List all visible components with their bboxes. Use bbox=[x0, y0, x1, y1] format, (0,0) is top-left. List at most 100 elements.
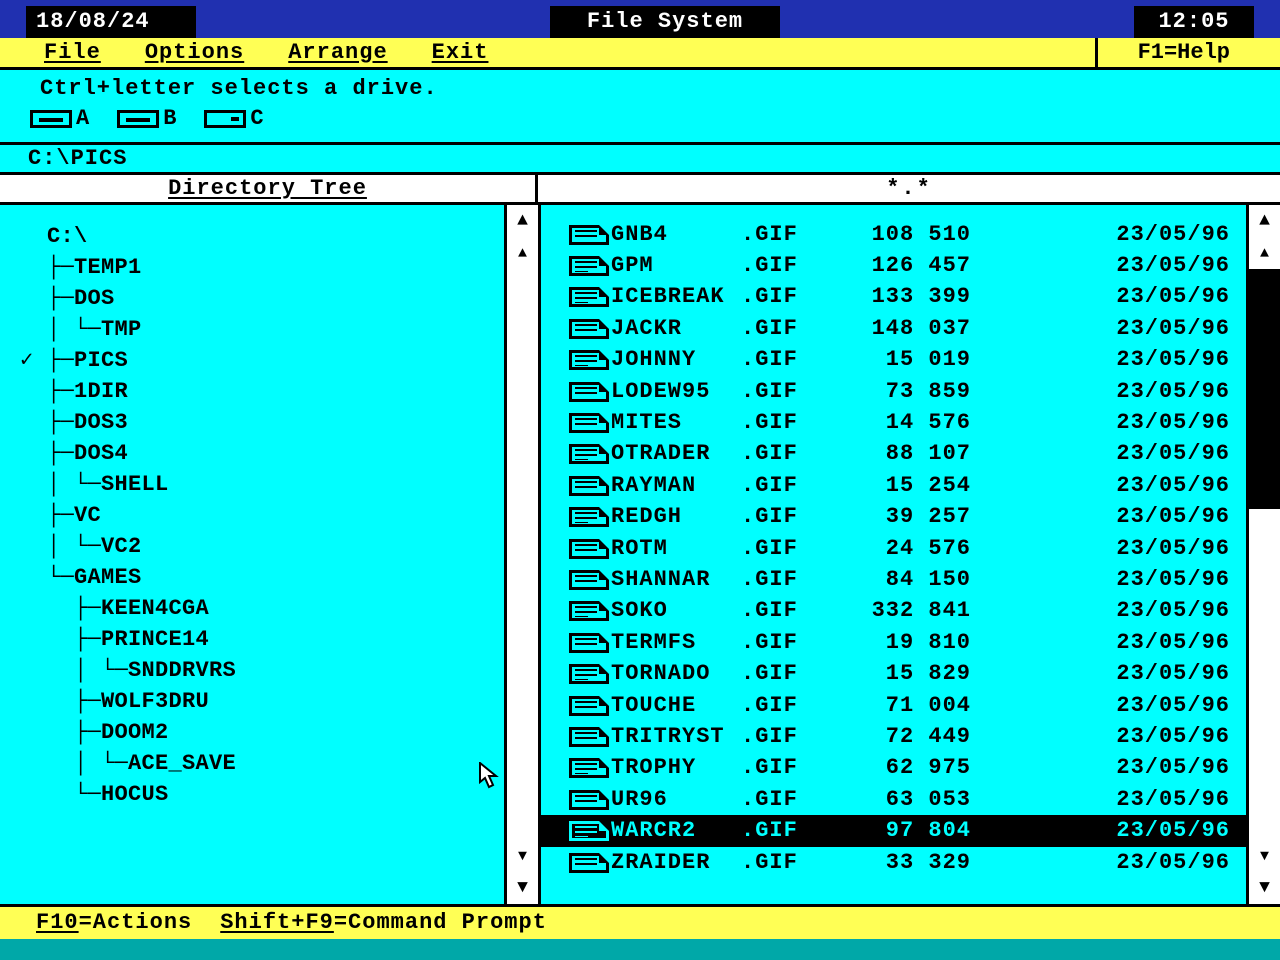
file-name: ICEBREAK bbox=[611, 286, 741, 308]
file-row[interactable]: TORNADO.GIF15 82923/05/96 bbox=[541, 658, 1246, 689]
file-row[interactable]: TROPHY.GIF62 97523/05/96 bbox=[541, 753, 1246, 784]
tree-item[interactable]: │ └─SNDDRVRS bbox=[20, 655, 496, 686]
file-ext: .GIF bbox=[741, 757, 821, 779]
file-row[interactable]: TERMFS.GIF19 81023/05/96 bbox=[541, 627, 1246, 658]
file-date: 23/05/96 bbox=[1116, 443, 1240, 465]
scroll-down-icon[interactable]: ▼ bbox=[507, 872, 538, 904]
tree-item[interactable]: ├─DOS4 bbox=[20, 438, 496, 469]
drive-b[interactable]: B bbox=[117, 108, 176, 130]
tree-item[interactable]: │ └─TMP bbox=[20, 314, 496, 345]
file-size: 108 510 bbox=[821, 224, 971, 246]
file-ext: .GIF bbox=[741, 349, 821, 371]
file-name: GNB4 bbox=[611, 224, 741, 246]
file-date: 23/05/96 bbox=[1116, 789, 1240, 811]
file-scrollbar[interactable]: ▲ ▲ ▼ ▼ bbox=[1246, 205, 1280, 904]
file-size: 88 107 bbox=[821, 443, 971, 465]
menu-exit[interactable]: Exit bbox=[408, 42, 509, 64]
file-icon bbox=[569, 444, 609, 464]
file-row[interactable]: JOHNNY.GIF15 01923/05/96 bbox=[541, 345, 1246, 376]
file-row[interactable]: SOKO.GIF332 84123/05/96 bbox=[541, 596, 1246, 627]
file-row[interactable]: GNB4.GIF108 51023/05/96 bbox=[541, 219, 1246, 250]
hdd-icon bbox=[204, 110, 246, 128]
file-row[interactable]: SHANNAR.GIF84 15023/05/96 bbox=[541, 564, 1246, 595]
file-row[interactable]: REDGH.GIF39 25723/05/96 bbox=[541, 502, 1246, 533]
file-size: 14 576 bbox=[821, 412, 971, 434]
tree-item[interactable]: └─HOCUS bbox=[20, 779, 496, 810]
file-date: 23/05/96 bbox=[1116, 600, 1240, 622]
file-icon bbox=[569, 758, 609, 778]
file-name: TRITRYST bbox=[611, 726, 741, 748]
file-row[interactable]: MITES.GIF14 57623/05/96 bbox=[541, 407, 1246, 438]
file-ext: .GIF bbox=[741, 506, 821, 528]
title-bar: 18/08/24 File System 12:05 bbox=[0, 6, 1280, 38]
file-row[interactable]: ROTM.GIF24 57623/05/96 bbox=[541, 533, 1246, 564]
tree-item[interactable]: ├─TEMP1 bbox=[20, 252, 496, 283]
file-row[interactable]: UR96.GIF63 05323/05/96 bbox=[541, 784, 1246, 815]
file-row[interactable]: TOUCHE.GIF71 00423/05/96 bbox=[541, 690, 1246, 721]
tree-item[interactable]: ├─1DIR bbox=[20, 376, 496, 407]
file-date: 23/05/96 bbox=[1116, 757, 1240, 779]
file-icon bbox=[569, 821, 609, 841]
file-icon bbox=[569, 853, 609, 873]
file-date: 23/05/96 bbox=[1116, 663, 1240, 685]
file-ext: .GIF bbox=[741, 569, 821, 591]
tree-item[interactable]: └─GAMES bbox=[20, 562, 496, 593]
tree-item[interactable]: │ └─ACE_SAVE bbox=[20, 748, 496, 779]
tree-item[interactable]: ├─DOS bbox=[20, 283, 496, 314]
scroll-down-icon[interactable]: ▼ bbox=[1249, 872, 1280, 904]
file-row[interactable]: GPM.GIF126 45723/05/96 bbox=[541, 250, 1246, 281]
tree-item[interactable]: ├─PRINCE14 bbox=[20, 624, 496, 655]
file-row[interactable]: TRITRYST.GIF72 44923/05/96 bbox=[541, 721, 1246, 752]
tree-item[interactable]: │ └─VC2 bbox=[20, 531, 496, 562]
scroll-page-down-icon[interactable]: ▼ bbox=[507, 840, 538, 872]
file-name: LODEW95 bbox=[611, 381, 741, 403]
file-row[interactable]: OTRADER.GIF88 10723/05/96 bbox=[541, 439, 1246, 470]
scroll-thumb[interactable] bbox=[1249, 269, 1280, 509]
header-tree: Directory Tree bbox=[0, 175, 538, 202]
directory-tree[interactable]: C:\ ├─TEMP1 ├─DOS │ └─TMP✓ ├─PICS ├─1DIR… bbox=[0, 205, 504, 904]
file-ext: .GIF bbox=[741, 820, 821, 842]
scroll-up-icon[interactable]: ▲ bbox=[507, 205, 538, 237]
file-icon bbox=[569, 727, 609, 747]
status-bar: F10=Actions Shift+F9=Command Prompt bbox=[0, 907, 1280, 939]
file-row[interactable]: ZRAIDER.GIF33 32923/05/96 bbox=[541, 847, 1246, 878]
file-size: 332 841 bbox=[821, 600, 971, 622]
tree-item[interactable]: ├─KEEN4CGA bbox=[20, 593, 496, 624]
menu-arrange[interactable]: Arrange bbox=[264, 42, 407, 64]
tree-item[interactable]: ├─VC bbox=[20, 500, 496, 531]
file-name: UR96 bbox=[611, 789, 741, 811]
menu-file[interactable]: File bbox=[0, 42, 121, 64]
hint-actions: F10=Actions bbox=[36, 912, 192, 934]
drive-c[interactable]: C bbox=[204, 108, 263, 130]
file-name: TROPHY bbox=[611, 757, 741, 779]
file-row[interactable]: ICEBREAK.GIF133 39923/05/96 bbox=[541, 282, 1246, 313]
file-row[interactable]: WARCR2.GIF97 80423/05/96 bbox=[541, 815, 1246, 846]
scroll-page-up-icon[interactable]: ▲ bbox=[1249, 237, 1280, 269]
file-row[interactable]: LODEW95.GIF73 85923/05/96 bbox=[541, 376, 1246, 407]
tree-item[interactable]: ├─WOLF3DRU bbox=[20, 686, 496, 717]
file-icon bbox=[569, 790, 609, 810]
file-date: 23/05/96 bbox=[1116, 412, 1240, 434]
menu-help[interactable]: F1=Help bbox=[1095, 38, 1280, 67]
tree-item[interactable]: ├─DOS3 bbox=[20, 407, 496, 438]
tree-item[interactable]: ✓ ├─PICS bbox=[20, 345, 496, 376]
file-size: 148 037 bbox=[821, 318, 971, 340]
file-ext: .GIF bbox=[741, 286, 821, 308]
scroll-page-down-icon[interactable]: ▼ bbox=[1249, 840, 1280, 872]
file-date: 23/05/96 bbox=[1116, 255, 1240, 277]
file-row[interactable]: JACKR.GIF148 03723/05/96 bbox=[541, 313, 1246, 344]
file-size: 15 254 bbox=[821, 475, 971, 497]
file-name: TOUCHE bbox=[611, 695, 741, 717]
menu-options[interactable]: Options bbox=[121, 42, 264, 64]
scroll-page-up-icon[interactable]: ▲ bbox=[507, 237, 538, 269]
scroll-up-icon[interactable]: ▲ bbox=[1249, 205, 1280, 237]
file-icon bbox=[569, 570, 609, 590]
drive-a[interactable]: A bbox=[30, 108, 89, 130]
tree-item[interactable]: C:\ bbox=[20, 221, 496, 252]
tree-item[interactable]: │ └─SHELL bbox=[20, 469, 496, 500]
tree-item[interactable]: ├─DOOM2 bbox=[20, 717, 496, 748]
file-row[interactable]: RAYMAN.GIF15 25423/05/96 bbox=[541, 470, 1246, 501]
tree-scrollbar[interactable]: ▲ ▲ ▼ ▼ bbox=[504, 205, 538, 904]
file-size: 73 859 bbox=[821, 381, 971, 403]
file-list[interactable]: GNB4.GIF108 51023/05/96GPM.GIF126 45723/… bbox=[538, 205, 1246, 904]
